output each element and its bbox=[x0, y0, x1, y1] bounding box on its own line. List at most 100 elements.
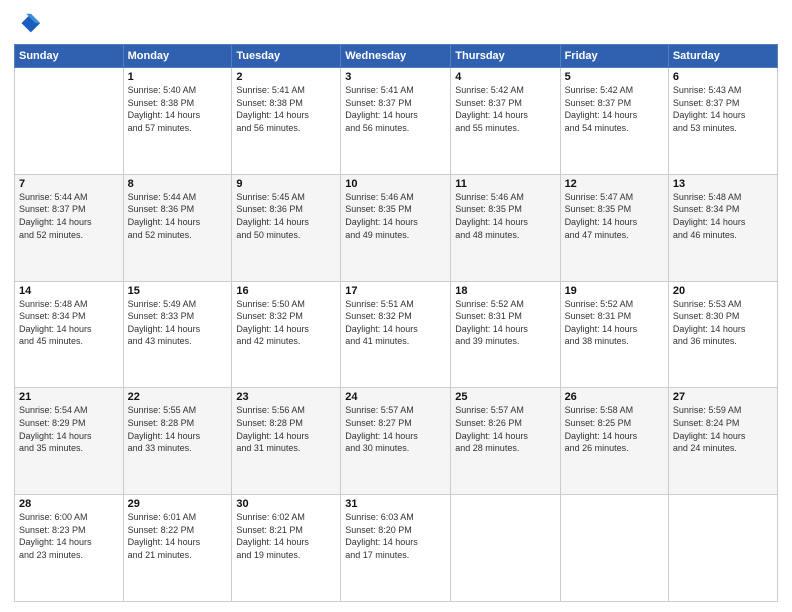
day-cell: 28Sunrise: 6:00 AM Sunset: 8:23 PM Dayli… bbox=[15, 495, 124, 602]
day-cell: 19Sunrise: 5:52 AM Sunset: 8:31 PM Dayli… bbox=[560, 281, 668, 388]
day-number: 5 bbox=[565, 71, 664, 83]
day-info: Sunrise: 5:46 AM Sunset: 8:35 PM Dayligh… bbox=[455, 191, 555, 241]
day-number: 9 bbox=[236, 178, 336, 190]
week-row-2: 7Sunrise: 5:44 AM Sunset: 8:37 PM Daylig… bbox=[15, 174, 778, 281]
day-cell: 14Sunrise: 5:48 AM Sunset: 8:34 PM Dayli… bbox=[15, 281, 124, 388]
day-number: 21 bbox=[19, 391, 119, 403]
day-number: 26 bbox=[565, 391, 664, 403]
day-cell: 12Sunrise: 5:47 AM Sunset: 8:35 PM Dayli… bbox=[560, 174, 668, 281]
day-info: Sunrise: 5:49 AM Sunset: 8:33 PM Dayligh… bbox=[128, 298, 228, 348]
day-cell bbox=[668, 495, 777, 602]
day-number: 27 bbox=[673, 391, 773, 403]
day-header-friday: Friday bbox=[560, 45, 668, 68]
day-cell: 21Sunrise: 5:54 AM Sunset: 8:29 PM Dayli… bbox=[15, 388, 124, 495]
day-number: 29 bbox=[128, 498, 228, 510]
day-header-tuesday: Tuesday bbox=[232, 45, 341, 68]
day-number: 14 bbox=[19, 285, 119, 297]
day-number: 25 bbox=[455, 391, 555, 403]
day-cell: 23Sunrise: 5:56 AM Sunset: 8:28 PM Dayli… bbox=[232, 388, 341, 495]
day-number: 11 bbox=[455, 178, 555, 190]
day-number: 23 bbox=[236, 391, 336, 403]
day-info: Sunrise: 5:56 AM Sunset: 8:28 PM Dayligh… bbox=[236, 404, 336, 454]
day-info: Sunrise: 5:51 AM Sunset: 8:32 PM Dayligh… bbox=[345, 298, 446, 348]
day-info: Sunrise: 5:53 AM Sunset: 8:30 PM Dayligh… bbox=[673, 298, 773, 348]
day-number: 3 bbox=[345, 71, 446, 83]
day-info: Sunrise: 5:52 AM Sunset: 8:31 PM Dayligh… bbox=[565, 298, 664, 348]
day-cell: 2Sunrise: 5:41 AM Sunset: 8:38 PM Daylig… bbox=[232, 68, 341, 175]
day-number: 10 bbox=[345, 178, 446, 190]
day-number: 19 bbox=[565, 285, 664, 297]
day-number: 30 bbox=[236, 498, 336, 510]
day-header-monday: Monday bbox=[123, 45, 232, 68]
day-cell: 31Sunrise: 6:03 AM Sunset: 8:20 PM Dayli… bbox=[341, 495, 451, 602]
day-cell: 13Sunrise: 5:48 AM Sunset: 8:34 PM Dayli… bbox=[668, 174, 777, 281]
day-number: 24 bbox=[345, 391, 446, 403]
day-cell: 15Sunrise: 5:49 AM Sunset: 8:33 PM Dayli… bbox=[123, 281, 232, 388]
day-cell: 10Sunrise: 5:46 AM Sunset: 8:35 PM Dayli… bbox=[341, 174, 451, 281]
day-info: Sunrise: 5:43 AM Sunset: 8:37 PM Dayligh… bbox=[673, 84, 773, 134]
day-cell: 3Sunrise: 5:41 AM Sunset: 8:37 PM Daylig… bbox=[341, 68, 451, 175]
day-number: 15 bbox=[128, 285, 228, 297]
day-info: Sunrise: 5:42 AM Sunset: 8:37 PM Dayligh… bbox=[565, 84, 664, 134]
week-row-5: 28Sunrise: 6:00 AM Sunset: 8:23 PM Dayli… bbox=[15, 495, 778, 602]
day-number: 2 bbox=[236, 71, 336, 83]
day-header-thursday: Thursday bbox=[451, 45, 560, 68]
day-header-saturday: Saturday bbox=[668, 45, 777, 68]
day-info: Sunrise: 5:58 AM Sunset: 8:25 PM Dayligh… bbox=[565, 404, 664, 454]
day-info: Sunrise: 5:48 AM Sunset: 8:34 PM Dayligh… bbox=[673, 191, 773, 241]
day-info: Sunrise: 5:42 AM Sunset: 8:37 PM Dayligh… bbox=[455, 84, 555, 134]
day-cell: 6Sunrise: 5:43 AM Sunset: 8:37 PM Daylig… bbox=[668, 68, 777, 175]
day-cell: 30Sunrise: 6:02 AM Sunset: 8:21 PM Dayli… bbox=[232, 495, 341, 602]
page: SundayMondayTuesdayWednesdayThursdayFrid… bbox=[0, 0, 792, 612]
day-cell: 4Sunrise: 5:42 AM Sunset: 8:37 PM Daylig… bbox=[451, 68, 560, 175]
day-cell: 25Sunrise: 5:57 AM Sunset: 8:26 PM Dayli… bbox=[451, 388, 560, 495]
day-cell: 29Sunrise: 6:01 AM Sunset: 8:22 PM Dayli… bbox=[123, 495, 232, 602]
day-cell bbox=[451, 495, 560, 602]
day-number: 22 bbox=[128, 391, 228, 403]
day-info: Sunrise: 6:03 AM Sunset: 8:20 PM Dayligh… bbox=[345, 511, 446, 561]
day-info: Sunrise: 5:44 AM Sunset: 8:37 PM Dayligh… bbox=[19, 191, 119, 241]
day-cell: 9Sunrise: 5:45 AM Sunset: 8:36 PM Daylig… bbox=[232, 174, 341, 281]
day-info: Sunrise: 5:41 AM Sunset: 8:37 PM Dayligh… bbox=[345, 84, 446, 134]
header bbox=[14, 10, 778, 38]
week-row-3: 14Sunrise: 5:48 AM Sunset: 8:34 PM Dayli… bbox=[15, 281, 778, 388]
day-info: Sunrise: 5:48 AM Sunset: 8:34 PM Dayligh… bbox=[19, 298, 119, 348]
day-info: Sunrise: 5:57 AM Sunset: 8:27 PM Dayligh… bbox=[345, 404, 446, 454]
day-cell: 17Sunrise: 5:51 AM Sunset: 8:32 PM Dayli… bbox=[341, 281, 451, 388]
day-cell: 20Sunrise: 5:53 AM Sunset: 8:30 PM Dayli… bbox=[668, 281, 777, 388]
day-number: 17 bbox=[345, 285, 446, 297]
day-cell: 22Sunrise: 5:55 AM Sunset: 8:28 PM Dayli… bbox=[123, 388, 232, 495]
day-number: 1 bbox=[128, 71, 228, 83]
day-number: 28 bbox=[19, 498, 119, 510]
day-info: Sunrise: 5:50 AM Sunset: 8:32 PM Dayligh… bbox=[236, 298, 336, 348]
day-cell: 18Sunrise: 5:52 AM Sunset: 8:31 PM Dayli… bbox=[451, 281, 560, 388]
day-number: 20 bbox=[673, 285, 773, 297]
week-row-1: 1Sunrise: 5:40 AM Sunset: 8:38 PM Daylig… bbox=[15, 68, 778, 175]
calendar-table: SundayMondayTuesdayWednesdayThursdayFrid… bbox=[14, 44, 778, 602]
logo bbox=[14, 10, 46, 38]
day-number: 31 bbox=[345, 498, 446, 510]
day-info: Sunrise: 5:55 AM Sunset: 8:28 PM Dayligh… bbox=[128, 404, 228, 454]
day-number: 18 bbox=[455, 285, 555, 297]
day-cell: 27Sunrise: 5:59 AM Sunset: 8:24 PM Dayli… bbox=[668, 388, 777, 495]
day-cell: 1Sunrise: 5:40 AM Sunset: 8:38 PM Daylig… bbox=[123, 68, 232, 175]
week-row-4: 21Sunrise: 5:54 AM Sunset: 8:29 PM Dayli… bbox=[15, 388, 778, 495]
day-info: Sunrise: 5:41 AM Sunset: 8:38 PM Dayligh… bbox=[236, 84, 336, 134]
day-info: Sunrise: 5:46 AM Sunset: 8:35 PM Dayligh… bbox=[345, 191, 446, 241]
day-info: Sunrise: 6:00 AM Sunset: 8:23 PM Dayligh… bbox=[19, 511, 119, 561]
day-cell: 8Sunrise: 5:44 AM Sunset: 8:36 PM Daylig… bbox=[123, 174, 232, 281]
day-info: Sunrise: 5:45 AM Sunset: 8:36 PM Dayligh… bbox=[236, 191, 336, 241]
logo-icon bbox=[14, 10, 42, 38]
day-cell bbox=[15, 68, 124, 175]
day-header-wednesday: Wednesday bbox=[341, 45, 451, 68]
day-info: Sunrise: 5:52 AM Sunset: 8:31 PM Dayligh… bbox=[455, 298, 555, 348]
day-cell: 16Sunrise: 5:50 AM Sunset: 8:32 PM Dayli… bbox=[232, 281, 341, 388]
day-number: 6 bbox=[673, 71, 773, 83]
day-number: 13 bbox=[673, 178, 773, 190]
day-cell bbox=[560, 495, 668, 602]
day-cell: 24Sunrise: 5:57 AM Sunset: 8:27 PM Dayli… bbox=[341, 388, 451, 495]
day-cell: 26Sunrise: 5:58 AM Sunset: 8:25 PM Dayli… bbox=[560, 388, 668, 495]
day-info: Sunrise: 6:02 AM Sunset: 8:21 PM Dayligh… bbox=[236, 511, 336, 561]
day-info: Sunrise: 5:47 AM Sunset: 8:35 PM Dayligh… bbox=[565, 191, 664, 241]
day-number: 16 bbox=[236, 285, 336, 297]
